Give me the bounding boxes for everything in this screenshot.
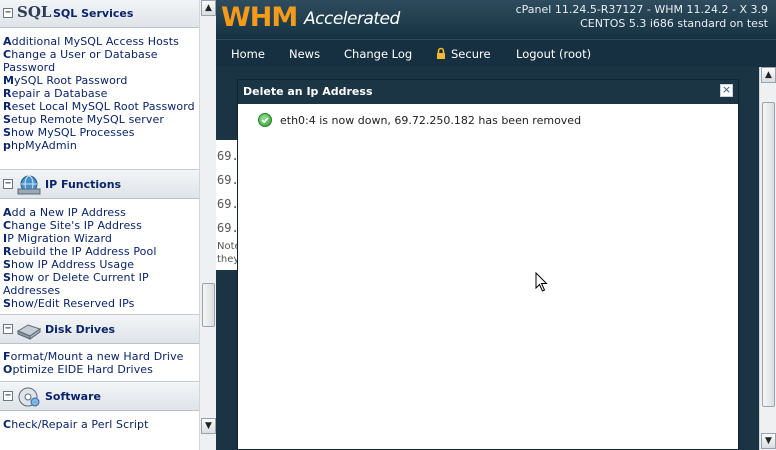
nav-change-log[interactable]: Change Log [344, 47, 412, 61]
sidebar-section-title: SQL Services [53, 7, 134, 20]
sidebar-link[interactable]: Reset Local MySQL Root Password [3, 100, 198, 113]
sidebar-link[interactable]: MySQL Root Password [3, 74, 198, 87]
scroll-up-icon[interactable]: ▲ [761, 67, 776, 83]
nav-logout[interactable]: Logout (root) [516, 47, 591, 61]
collapse-toggle-icon[interactable]: − [3, 324, 13, 334]
dialog-title: Delete an Ip Address [243, 85, 373, 98]
sidebar-section-title: Software [45, 390, 101, 403]
sidebar-link[interactable]: phpMyAdmin [3, 139, 198, 152]
sidebar-links-software: Check/Repair a Perl Script [3, 418, 198, 431]
disk-drive-icon [16, 319, 42, 341]
nav-home[interactable]: Home [231, 47, 265, 61]
sidebar-section-disk-drives[interactable]: − Disk Drives [0, 314, 199, 344]
scroll-down-icon[interactable]: ▼ [761, 433, 776, 449]
sidebar-links-ip: Add a New IP Address Change Site's IP Ad… [3, 206, 198, 310]
sidebar-link[interactable]: Setup Remote MySQL server [3, 113, 198, 126]
sidebar-link[interactable]: Rebuild the IP Address Pool [3, 245, 198, 258]
top-nav: Home News Change Log Secure Logout (root… [216, 39, 776, 67]
delete-ip-dialog: Delete an Ip Address × eth0:4 is now dow… [237, 79, 739, 450]
sidebar: − SQL SQL Services Additional MySQL Acce… [0, 0, 199, 450]
close-icon[interactable]: × [720, 84, 733, 97]
status-message-text: eth0:4 is now down, 69.72.250.182 has be… [280, 114, 582, 127]
sidebar-scrollbar[interactable]: ▲ ▼ [199, 0, 216, 450]
mouse-cursor-icon [535, 271, 549, 295]
sidebar-links-disk: Format/Mount a new Hard Drive Optimize E… [3, 350, 198, 376]
sidebar-section-title: IP Functions [45, 178, 122, 191]
sidebar-link[interactable]: Repair a Database [3, 87, 198, 100]
sidebar-section-title: Disk Drives [45, 323, 116, 336]
app-header: WHM Accelerated cPanel 11.24.5-R37127 - … [216, 0, 776, 39]
sidebar-link[interactable]: Show/Edit Reserved IPs [3, 297, 198, 310]
sidebar-link[interactable]: Add a New IP Address [3, 206, 198, 219]
success-check-icon [258, 113, 272, 127]
sidebar-section-sql-services[interactable]: − SQL SQL Services [0, 0, 199, 28]
main-scrollbar[interactable]: ▲ ▼ [759, 67, 776, 450]
background-note-text: they [217, 254, 240, 265]
background-ip-text: 69. [217, 197, 239, 211]
scroll-down-icon[interactable]: ▼ [201, 418, 216, 434]
sidebar-link[interactable]: Show or Delete Current IP Addresses [3, 271, 163, 297]
sidebar-link[interactable]: Show IP Address Usage [3, 258, 198, 271]
sidebar-link[interactable]: Change Site's IP Address [3, 219, 198, 232]
background-ip-text: 69. [217, 149, 239, 163]
nav-secure[interactable]: Secure [451, 47, 491, 61]
server-info: CENTOS 5.3 i686 standard on test [580, 17, 768, 30]
ip-functions-icon [16, 174, 42, 196]
dialog-header: Delete an Ip Address × [238, 80, 738, 104]
software-icon [16, 386, 42, 408]
sidebar-links-sql: Additional MySQL Access Hosts Change a U… [3, 35, 198, 152]
sidebar-link[interactable]: Change a User or Database Password [3, 48, 198, 74]
collapse-toggle-icon[interactable]: − [3, 8, 13, 18]
logo-whm: WHM [221, 2, 298, 33]
nav-news[interactable]: News [289, 47, 320, 61]
scrollbar-thumb[interactable] [762, 102, 775, 407]
sidebar-section-software[interactable]: − Software [0, 381, 199, 411]
sidebar-section-ip-functions[interactable]: − IP Functions [0, 169, 199, 199]
sidebar-link[interactable]: Optimize EIDE Hard Drives [3, 363, 198, 376]
sidebar-link[interactable]: IP Migration Wizard [3, 232, 198, 245]
sidebar-link[interactable]: Additional MySQL Access Hosts [3, 35, 198, 48]
version-info: cPanel 11.24.5-R37127 - WHM 11.24.2 - X … [515, 3, 768, 16]
collapse-toggle-icon[interactable]: − [3, 391, 13, 401]
background-ip-text: 69. [217, 221, 239, 235]
sidebar-link[interactable]: Format/Mount a new Hard Drive [3, 350, 198, 363]
scrollbar-thumb[interactable] [202, 283, 215, 327]
sidebar-link[interactable]: Check/Repair a Perl Script [3, 418, 198, 431]
background-ip-text: 69. [217, 173, 239, 187]
sql-icon: SQL [17, 3, 52, 21]
scroll-up-icon[interactable]: ▲ [201, 0, 216, 16]
sidebar-link[interactable]: Show MySQL Processes [3, 126, 198, 139]
lock-icon [436, 47, 446, 60]
logo-accelerated: Accelerated [304, 9, 400, 29]
collapse-toggle-icon[interactable]: − [3, 179, 13, 189]
